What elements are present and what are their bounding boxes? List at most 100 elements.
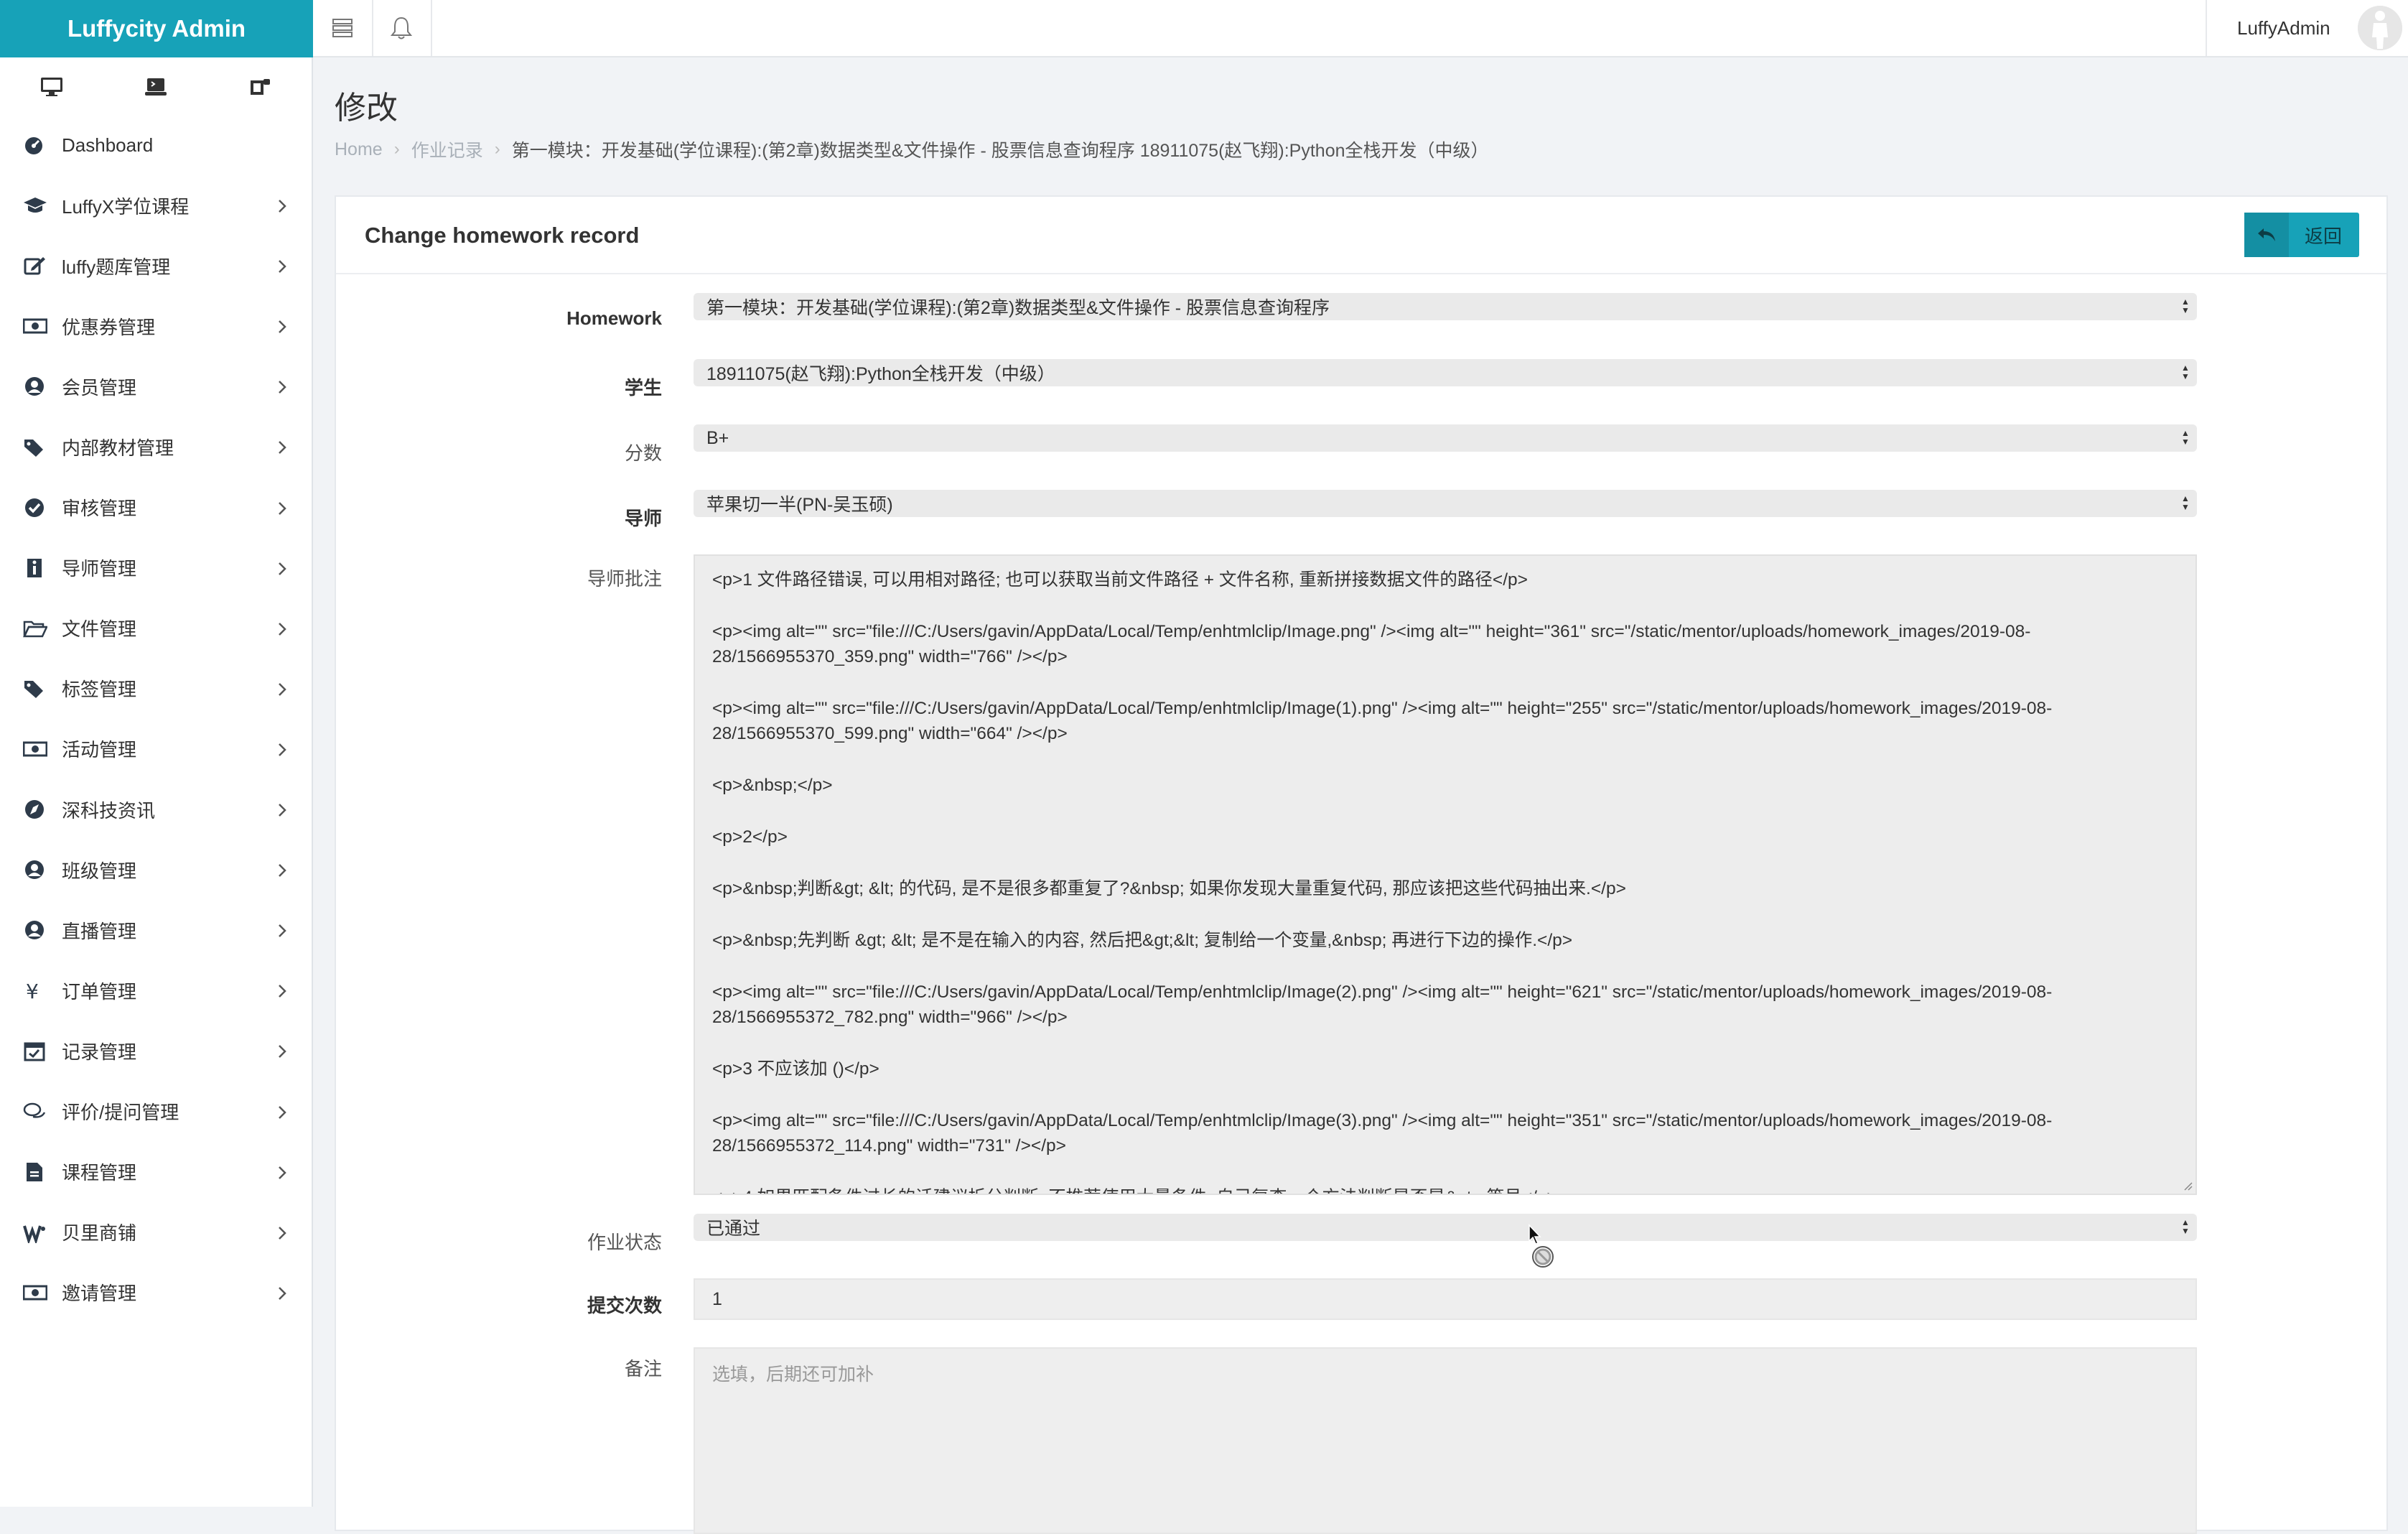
sidebar-item[interactable]: 邀请管理 bbox=[0, 1263, 312, 1323]
sidebar-item[interactable]: 审核管理 bbox=[0, 478, 312, 538]
sidebar-item[interactable]: 记录管理 bbox=[0, 1021, 312, 1081]
sidebar-item[interactable]: 内部教材管理 bbox=[0, 417, 312, 477]
sidebar-item[interactable]: 活动管理 bbox=[0, 719, 312, 779]
notifications-button[interactable] bbox=[372, 0, 432, 56]
sidebar-item[interactable]: 评价/提问管理 bbox=[0, 1082, 312, 1142]
sidebar-menu: Dashboard LuffyX学位课程 luffy题库管理 优惠券管理会员管理内部教… bbox=[0, 134, 312, 1323]
sidebar-item[interactable]: 课程管理 bbox=[0, 1142, 312, 1202]
sidebar-item[interactable]: luffy题库管理 bbox=[0, 236, 312, 296]
chevron-right-icon bbox=[277, 438, 287, 460]
sidebar-item-label: 审核管理 bbox=[62, 498, 137, 520]
submit-count-input[interactable]: 1 bbox=[694, 1278, 2197, 1320]
chevron-right-icon bbox=[277, 1284, 287, 1306]
chevron-right-icon bbox=[277, 499, 287, 521]
sidebar-item-label: 记录管理 bbox=[62, 1041, 137, 1063]
mentor-select[interactable]: 苹果切一半(PN-吴玉硕) ▲ ▼ bbox=[694, 490, 2197, 517]
mentor-label: 导师 bbox=[624, 508, 662, 529]
sidebar-item[interactable]: 会员管理 bbox=[0, 356, 312, 417]
comment-line: <p>4 如果匹配条件过长的话建议拆分判断, 不推荐使用大量条件, 自己复查一个… bbox=[712, 1185, 2178, 1194]
dashboard-icon bbox=[23, 134, 47, 156]
student-select[interactable]: 18911075(赵飞翔):Python全栈开发（中级） ▲ ▼ bbox=[694, 359, 2197, 386]
chevron-right-icon bbox=[277, 1103, 287, 1125]
chevron-right-icon bbox=[277, 1224, 287, 1246]
notes-textarea[interactable]: 选填，后期还可加补 bbox=[694, 1347, 2197, 1534]
file-text-icon bbox=[23, 1161, 47, 1183]
sidebar-item-label: 内部教材管理 bbox=[62, 437, 174, 460]
sidebar-item[interactable]: 文件管理 bbox=[0, 598, 312, 659]
tab-desktop[interactable] bbox=[0, 57, 104, 116]
comment-line: <p>2</p> bbox=[712, 827, 788, 847]
resize-handle-icon[interactable] bbox=[2181, 1179, 2193, 1191]
comment-line: <p><img alt="" src="file:///C:/Users/gav… bbox=[712, 982, 2053, 1027]
check-circle-icon bbox=[23, 497, 47, 519]
sidebar-item[interactable]: 深科技资讯 bbox=[0, 779, 312, 840]
homework-select[interactable]: 第一模块：开发基础(学位课程):(第2章)数据类型&文件操作 - 股票信息查询程… bbox=[694, 293, 2197, 320]
sidebar-item[interactable]: LuffyX学位课程 bbox=[0, 175, 312, 236]
sidebar-item-label: 评价/提问管理 bbox=[62, 1102, 179, 1124]
comment-line: <p>&nbsp;判断&gt; &lt; 的代码, 是不是很多都重复了?&nbs… bbox=[712, 879, 1626, 898]
svg-text:¥: ¥ bbox=[26, 980, 39, 1001]
panel-header: Change homework record 返回 bbox=[336, 197, 2386, 274]
user-menu[interactable]: LuffyAdmin bbox=[2206, 0, 2408, 56]
tab-terminal[interactable] bbox=[104, 57, 208, 116]
sidebar-item[interactable]: 直播管理 bbox=[0, 900, 312, 960]
sidebar: Dashboard LuffyX学位课程 luffy题库管理 优惠券管理会员管理内部教… bbox=[0, 57, 313, 1507]
student-label: 学生 bbox=[624, 377, 662, 399]
chevron-right-icon bbox=[277, 257, 287, 279]
submit-count-label: 提交次数 bbox=[587, 1295, 662, 1316]
sidebar-item-label: luffy题库管理 bbox=[62, 256, 171, 278]
reply-arrow-icon bbox=[2244, 213, 2289, 257]
sidebar-item-label: 直播管理 bbox=[62, 920, 137, 942]
top-navbar: LuffyAdmin bbox=[313, 0, 2408, 57]
chevron-right-icon bbox=[277, 620, 287, 642]
breadcrumb-home[interactable]: Home bbox=[335, 139, 383, 160]
sidebar-item[interactable]: 导师管理 bbox=[0, 538, 312, 598]
status-select[interactable]: 已通过 ▲ ▼ bbox=[694, 1214, 2197, 1241]
comment-line: <p>&nbsp;</p> bbox=[712, 776, 833, 795]
select-arrows-icon: ▲ ▼ bbox=[2181, 493, 2190, 512]
select-arrows-icon: ▲ ▼ bbox=[2181, 428, 2190, 447]
sidebar-item-label: 文件管理 bbox=[62, 618, 137, 641]
sidebar-toggle-button[interactable] bbox=[313, 0, 373, 56]
money-icon bbox=[23, 1282, 47, 1303]
sidebar-item[interactable]: 标签管理 bbox=[0, 659, 312, 719]
edit-icon bbox=[23, 255, 47, 276]
sidebar-item-label: Dashboard bbox=[62, 134, 154, 156]
sidebar-item[interactable]: 贝里商铺 bbox=[0, 1202, 312, 1263]
select-arrows-icon: ▲ ▼ bbox=[2181, 297, 2190, 315]
chevron-right-icon bbox=[277, 378, 287, 400]
breadcrumb: Home › 作业记录 › 第一模块：开发基础(学位课程):(第2章)数据类型&… bbox=[335, 136, 1489, 162]
breadcrumb-current: 第一模块：开发基础(学位课程):(第2章)数据类型&文件操作 - 股票信息查询程… bbox=[511, 141, 1489, 161]
score-select[interactable]: B+ ▲ ▼ bbox=[694, 424, 2197, 452]
comment-line: <p><img alt="" src="file:///C:/Users/gav… bbox=[712, 1111, 2053, 1156]
app-logo[interactable]: Luffycity Admin bbox=[0, 0, 313, 57]
student-select-value: 18911075(赵飞翔):Python全栈开发（中级） bbox=[706, 364, 1055, 384]
mentor-select-value: 苹果切一半(PN-吴玉硕) bbox=[706, 495, 893, 515]
comment-textarea[interactable]: <p>1 文件路径错误, 可以用相对路径; 也可以获取当前文件路径 + 文件名称… bbox=[694, 554, 2197, 1195]
sidebar-item[interactable]: Dashboard bbox=[0, 115, 312, 175]
user-circle-icon bbox=[23, 859, 47, 880]
edit-form-panel: Change homework record 返回 Homework 第一模块：… bbox=[335, 195, 2388, 1534]
info-icon bbox=[23, 557, 47, 579]
avatar[interactable] bbox=[2358, 6, 2402, 50]
sidebar-item-label: 订单管理 bbox=[62, 980, 137, 1003]
sidebar-item[interactable]: ¥ 订单管理 bbox=[0, 960, 312, 1021]
homework-select-value: 第一模块：开发基础(学位课程):(第2章)数据类型&文件操作 - 股票信息查询程… bbox=[706, 298, 1330, 318]
yen-icon: ¥ bbox=[23, 980, 47, 1001]
money-icon bbox=[23, 315, 47, 337]
coffee-icon bbox=[250, 79, 270, 95]
tab-settings[interactable] bbox=[207, 57, 312, 116]
bell-icon bbox=[390, 17, 413, 39]
back-button[interactable]: 返回 bbox=[2244, 213, 2359, 257]
sidebar-item-label: 标签管理 bbox=[62, 679, 137, 701]
comment-line: <p>1 文件路径错误, 可以用相对路径; 也可以获取当前文件路径 + 文件名称… bbox=[712, 570, 1528, 590]
submit-count-value: 1 bbox=[712, 1288, 722, 1309]
score-select-value: B+ bbox=[706, 427, 729, 448]
folder-open-icon bbox=[23, 618, 47, 639]
chevron-right-icon bbox=[277, 801, 287, 823]
sidebar-item[interactable]: 班级管理 bbox=[0, 840, 312, 900]
sidebar-item-label: 优惠券管理 bbox=[62, 316, 156, 338]
sidebar-item[interactable]: 优惠券管理 bbox=[0, 296, 312, 356]
select-arrows-icon: ▲ ▼ bbox=[2181, 1217, 2190, 1236]
breadcrumb-section[interactable]: 作业记录 bbox=[411, 136, 483, 162]
